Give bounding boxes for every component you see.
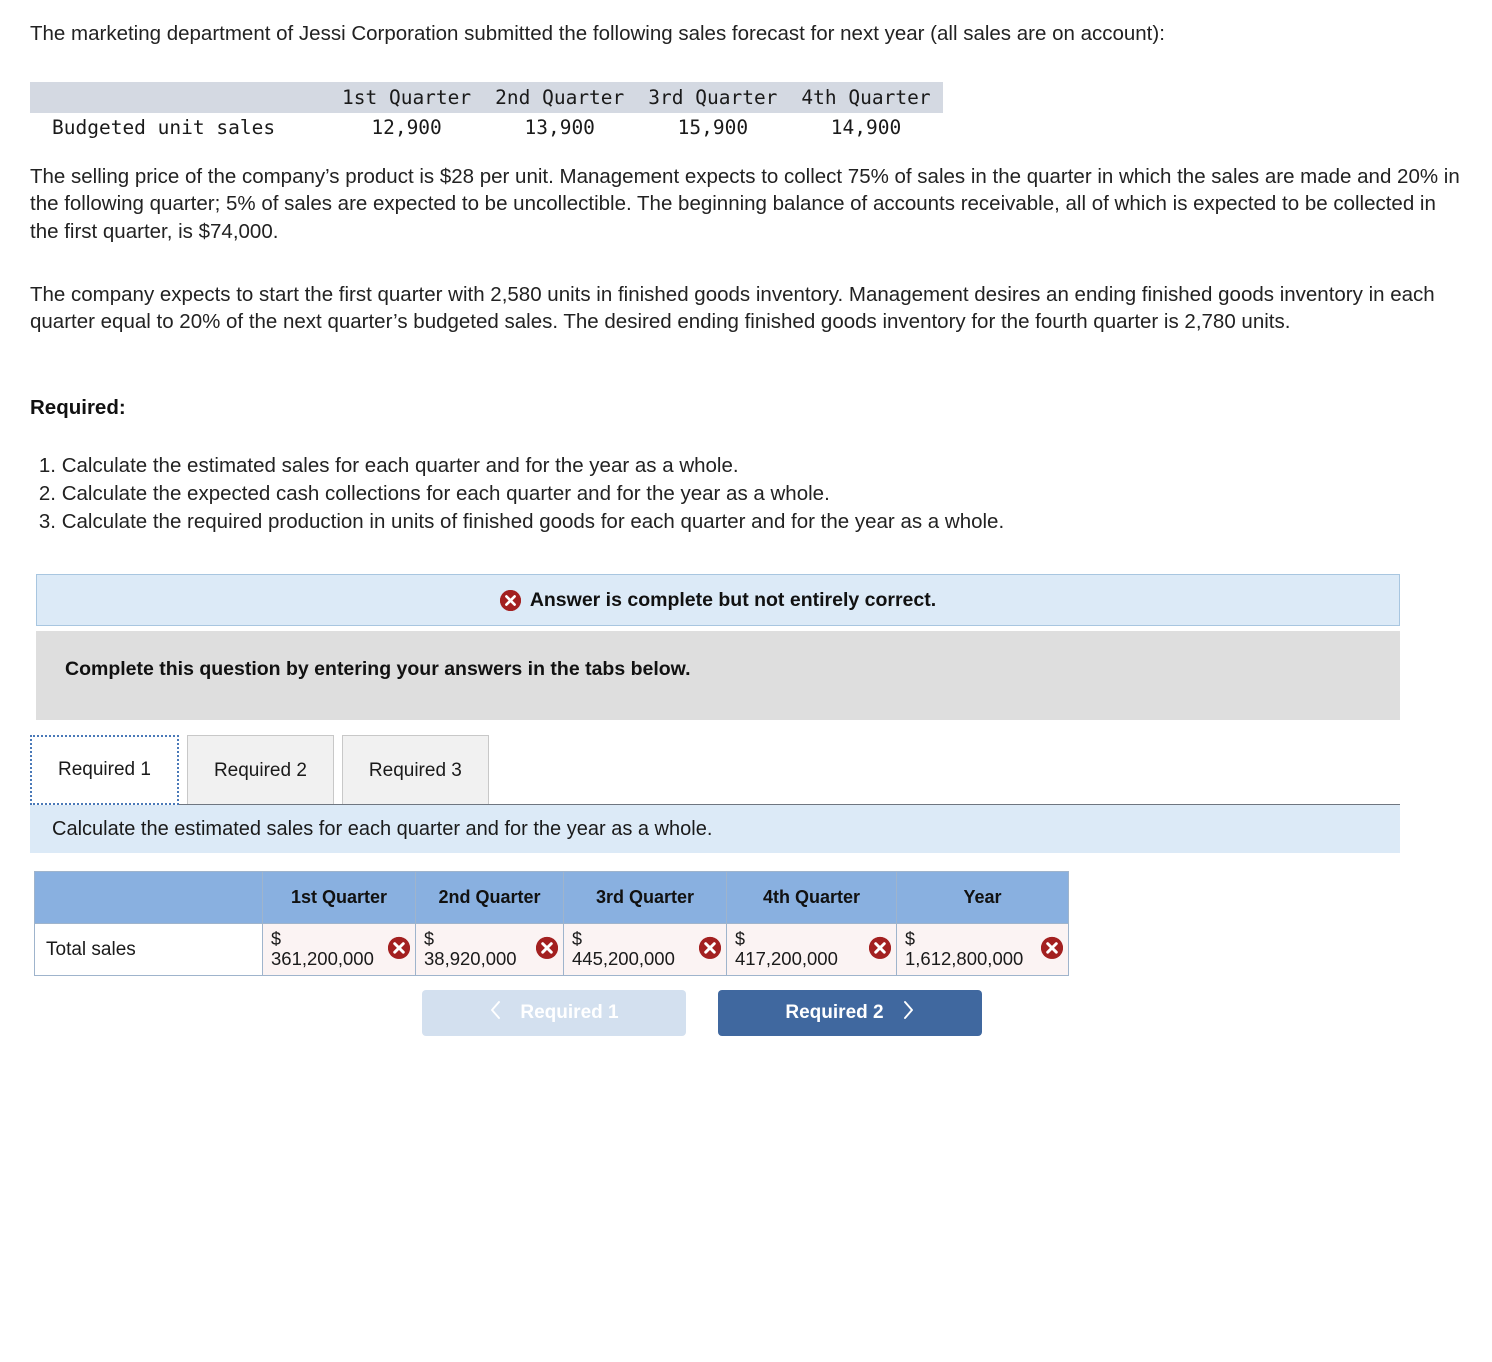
budget-table-corner (30, 82, 330, 113)
answer-cell-q4[interactable]: $ 417,200,000 (726, 923, 897, 976)
answer-cell-q2-status-icon (536, 936, 558, 962)
answer-header-q2: 2nd Quarter (415, 871, 564, 924)
chevron-left-icon (489, 1000, 502, 1026)
x-circle-icon (536, 936, 558, 959)
prev-required-button-label: Required 1 (520, 1002, 619, 1023)
budget-value-q4: 14,900 (830, 116, 902, 139)
budget-table-header-row: 1st Quarter 2nd Quarter 3rd Quarter 4th … (30, 82, 943, 113)
answer-row-label: Total sales (34, 923, 263, 976)
instruction-strip: Complete this question by entering your … (36, 631, 1400, 720)
answer-cell-q1[interactable]: $ 361,200,000 (262, 923, 416, 976)
answer-cell-q1-status-icon (388, 936, 410, 962)
requirement-text-2: Calculate the expected cash collections … (61, 482, 830, 506)
answer-cell-q3-amount: 445,200,000 (572, 948, 675, 970)
budget-header-q2: 2nd Quarter (483, 82, 637, 113)
budget-header-q1: 1st Quarter (330, 82, 484, 113)
required-heading: Required: (30, 396, 126, 419)
x-circle-icon (499, 589, 521, 611)
problem-intro: The marketing department of Jessi Corpor… (30, 22, 1165, 45)
budget-header-q3: 3rd Quarter (636, 82, 790, 113)
tab-required-1-label: Required 1 (58, 759, 151, 780)
budget-value-q2: 13,900 (524, 116, 595, 139)
answer-cell-year[interactable]: $ 1,612,800,000 (896, 923, 1069, 976)
budget-row-label: Budgeted unit sales (52, 116, 276, 139)
requirement-item-3: 3. Calculate the required production in … (30, 508, 1430, 536)
answer-table-header-row: 1st Quarter 2nd Quarter 3rd Quarter 4th … (34, 871, 1069, 924)
budget-value-q3: 15,900 (677, 116, 749, 139)
tab-required-3[interactable]: Required 3 (341, 735, 489, 805)
requirement-number-1: 1. (38, 454, 56, 477)
x-circle-icon (869, 936, 891, 959)
problem-paragraph-2: The company expects to start the first q… (30, 283, 1435, 334)
task-description-text: Calculate the estimated sales for each q… (52, 817, 713, 840)
status-banner: Answer is complete but not entirely corr… (36, 574, 1400, 626)
tab-required-1[interactable]: Required 1 (30, 735, 179, 805)
answer-cell-q3-currency: $ (572, 929, 583, 950)
problem-paragraph-1: The selling price of the company’s produ… (30, 165, 1460, 243)
x-circle-icon (1041, 936, 1063, 959)
prev-required-button[interactable]: Required 1 (422, 990, 686, 1036)
answer-cell-year-currency: $ (905, 929, 916, 950)
requirement-text-3: Calculate the required production in uni… (61, 510, 1005, 534)
budget-table-row: Budgeted unit sales 12,900 13,900 15,900… (30, 113, 943, 142)
tab-required-3-label: Required 3 (368, 759, 462, 781)
tab-required-2[interactable]: Required 2 (186, 735, 334, 805)
pagination-controls: Required 1 Required 2 (422, 990, 982, 1036)
answer-cell-year-amount: 1,612,800,000 (905, 948, 1024, 970)
task-description-bar: Calculate the estimated sales for each q… (30, 805, 1400, 853)
x-circle-icon (699, 936, 721, 959)
budgeted-unit-sales-table: 1st Quarter 2nd Quarter 3rd Quarter 4th … (30, 82, 943, 142)
next-required-button[interactable]: Required 2 (718, 990, 982, 1036)
answer-table-corner (34, 871, 263, 924)
requirement-item-1: 1. Calculate the estimated sales for eac… (30, 452, 1430, 480)
next-required-button-label: Required 2 (785, 1002, 884, 1023)
x-circle-icon (388, 936, 410, 959)
answer-cell-q4-currency: $ (735, 929, 746, 950)
instruction-text: Complete this question by entering your … (65, 658, 691, 680)
table-row: Total sales $ 361,200,000 $ 38,920,000 $… (34, 923, 1069, 976)
answer-cell-q4-amount: 417,200,000 (735, 948, 838, 970)
answer-cell-q4-status-icon (869, 936, 891, 962)
requirement-number-3: 3. (38, 510, 56, 534)
requirement-text-1: Calculate the estimated sales for each q… (61, 454, 739, 477)
answer-cell-year-status-icon (1041, 936, 1063, 962)
budget-value-q1: 12,900 (371, 116, 442, 139)
answer-header-year: Year (896, 871, 1069, 924)
answer-header-q3: 3rd Quarter (563, 871, 727, 924)
answer-header-q4: 4th Quarter (726, 871, 897, 924)
answer-cell-q3[interactable]: $ 445,200,000 (563, 923, 727, 976)
requirement-item-2: 2. Calculate the expected cash collectio… (30, 480, 1430, 508)
answer-header-q1: 1st Quarter (262, 871, 416, 924)
answer-cell-q3-status-icon (699, 936, 721, 962)
requirement-number-2: 2. (38, 482, 56, 506)
chevron-right-icon (902, 1000, 915, 1026)
budget-header-q4: 4th Quarter (789, 82, 943, 113)
requirements-list: 1. Calculate the estimated sales for eac… (30, 452, 1430, 536)
answer-cell-q2[interactable]: $ 38,920,000 (415, 923, 564, 976)
status-message: Answer is complete but not entirely corr… (529, 588, 937, 611)
tab-bar: Required 1 Required 2 Required 3 (30, 730, 497, 805)
answer-table: 1st Quarter 2nd Quarter 3rd Quarter 4th … (34, 871, 1069, 976)
tab-required-2-label: Required 2 (213, 759, 307, 781)
